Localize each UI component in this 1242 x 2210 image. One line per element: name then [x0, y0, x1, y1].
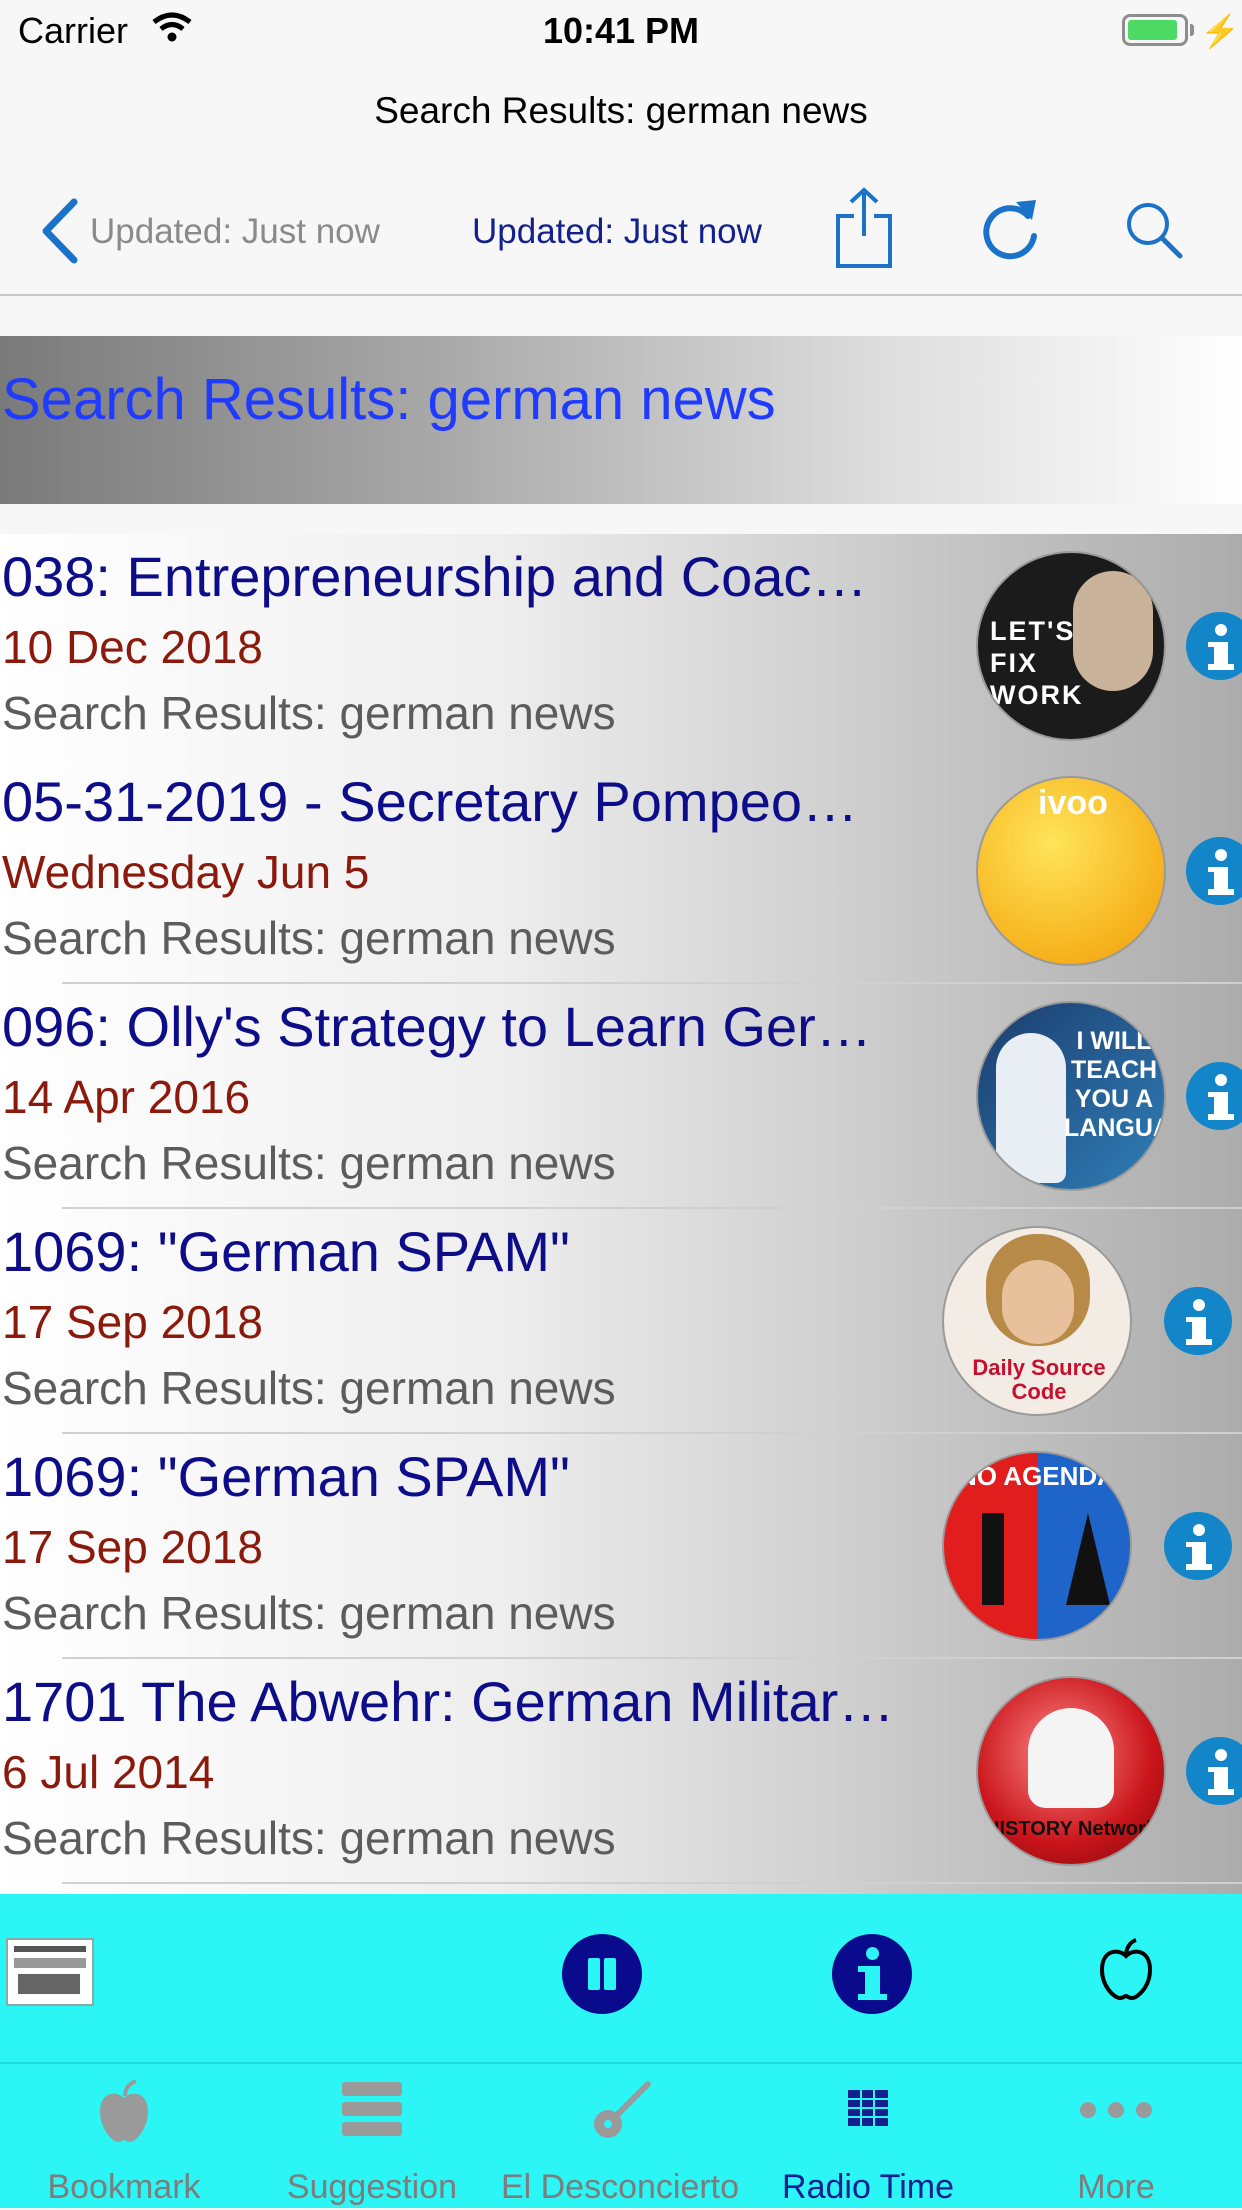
info-icon[interactable] — [1186, 1737, 1242, 1805]
status-bar: Carrier 10:41 PM ⚡ — [0, 0, 1242, 62]
artwork-strip-low — [18, 1974, 80, 1994]
episode-source: Search Results: german news — [2, 1812, 616, 1864]
tab-suggestion[interactable]: Suggestion — [248, 2064, 496, 2210]
info-icon[interactable] — [1164, 1287, 1232, 1355]
artwork-text: NO AGENDA — [958, 1461, 1116, 1491]
nav-title: Search Results: german news — [374, 90, 868, 131]
episode-source: Search Results: german news — [2, 1587, 616, 1639]
artwork-text: Daily Source Code — [972, 1355, 1106, 1404]
episode-date: 10 Dec 2018 — [2, 621, 263, 673]
list-item[interactable]: 1069: "German SPAM" 17 Sep 2018 Search R… — [0, 1434, 1242, 1659]
artwork-text: I WILL TEACH YOU A LANGUAGE — [1064, 1027, 1164, 1142]
artwork-eiffel-tower — [1066, 1513, 1110, 1605]
back-chevron-icon[interactable] — [36, 196, 86, 266]
row-separator — [62, 1882, 1242, 1884]
podcast-artwork[interactable]: Daily Source Code — [942, 1226, 1132, 1416]
now-playing-artwork[interactable] — [6, 1938, 94, 2006]
more-icon — [1080, 2102, 1152, 2118]
toolbar: Updated: Just now Updated: Just now — [0, 176, 1242, 294]
updated-label: Updated: Just now — [472, 212, 762, 251]
podcast-artwork[interactable]: HISTORY Network — [976, 1676, 1166, 1866]
tab-more[interactable]: More — [992, 2064, 1240, 2210]
list-item[interactable]: 1069: "German SPAM" 17 Sep 2018 Search R… — [0, 1209, 1242, 1434]
artwork-text: HISTORY Network — [985, 1818, 1157, 1840]
guitar-icon — [594, 2081, 651, 2138]
refresh-icon[interactable] — [980, 192, 1042, 262]
episode-title: 05-31-2019 - Secretary Pompeo… — [2, 770, 858, 833]
pause-button[interactable] — [562, 1934, 642, 2014]
search-icon[interactable] — [1124, 200, 1184, 260]
podcast-artwork[interactable]: I WILL TEACH YOU A LANGUAGE — [976, 1001, 1166, 1191]
tab-label: Suggestion — [286, 2168, 458, 2206]
battery-tip — [1190, 24, 1194, 36]
info-icon[interactable] — [1186, 612, 1242, 680]
episode-date: 14 Apr 2016 — [2, 1071, 251, 1123]
apple-icon[interactable] — [1098, 1938, 1154, 2002]
episode-title: 1069: "German SPAM" — [2, 1445, 570, 1508]
back-button-label[interactable]: Updated: Just now — [90, 212, 380, 252]
episode-title: 1069: "German SPAM" — [2, 1220, 570, 1283]
artwork-text: LET'S FIX WORK — [990, 616, 1084, 710]
tab-label: More — [1077, 2168, 1155, 2206]
artwork-text: ivoo — [1038, 784, 1108, 822]
info-icon[interactable] — [1164, 1512, 1232, 1580]
info-icon[interactable] — [1186, 837, 1242, 905]
artwork-face — [1073, 571, 1153, 691]
tab-label: Radio Time — [782, 2168, 954, 2206]
status-time: 10:41 PM — [542, 10, 700, 51]
podcast-artwork[interactable]: NO AGENDA — [942, 1451, 1132, 1641]
artwork-strip-mid — [14, 1958, 86, 1968]
artwork-strip-top — [14, 1946, 86, 1952]
results-list: 038: Entrepreneurship and Coac… 10 Dec 2… — [0, 534, 1242, 1894]
episode-source: Search Results: german news — [2, 1137, 616, 1189]
episode-source: Search Results: german news — [2, 912, 616, 964]
list-item[interactable]: 1701 The Abwehr: German Militar… 6 Jul 2… — [0, 1659, 1242, 1884]
episode-title: 1701 The Abwehr: German Militar… — [2, 1670, 895, 1733]
episode-date: 17 Sep 2018 — [2, 1296, 263, 1348]
section-header: Search Results: german news — [0, 336, 1242, 504]
episode-title: 096: Olly's Strategy to Learn Ger… — [2, 995, 872, 1058]
podcast-artwork[interactable]: LET'S FIX WORK — [976, 551, 1166, 741]
list-item[interactable]: 05-31-2019 - Secretary Pompeo… Wednesday… — [0, 759, 1242, 984]
episode-date: 6 Jul 2014 — [2, 1746, 215, 1798]
artwork-face — [1002, 1260, 1074, 1344]
artwork-person — [996, 1033, 1066, 1183]
episode-date: Wednesday Jun 5 — [2, 846, 370, 898]
tab-radio-time[interactable]: Radio Time — [744, 2064, 992, 2210]
list-item[interactable]: 038: Entrepreneurship and Coac… 10 Dec 2… — [0, 534, 1242, 759]
episode-date: 17 Sep 2018 — [2, 1521, 263, 1573]
battery-icon — [1122, 14, 1188, 46]
episode-source: Search Results: german news — [2, 1362, 616, 1414]
artwork-clock-tower — [982, 1513, 1004, 1605]
charging-icon: ⚡ — [1200, 13, 1240, 49]
info-icon[interactable] — [1186, 1062, 1242, 1130]
tab-bar: Bookmark Suggestion El Desconcierto Radi… — [0, 2062, 1242, 2208]
tab-label: Bookmark — [47, 2168, 201, 2206]
list-item[interactable]: 096: Olly's Strategy to Learn Ger… 14 Ap… — [0, 984, 1242, 1209]
tab-el-desconcierto[interactable]: El Desconcierto — [496, 2064, 744, 2210]
podcast-artwork[interactable]: ivoo — [976, 776, 1166, 966]
stack-icon — [342, 2082, 402, 2136]
nav-divider — [0, 294, 1242, 296]
episode-title: 038: Entrepreneurship and Coac… — [2, 545, 868, 608]
player-info-icon[interactable] — [832, 1934, 912, 2014]
artwork-helmet — [1028, 1708, 1114, 1808]
episode-source: Search Results: german news — [2, 687, 616, 739]
section-header-title: Search Results: german news — [2, 367, 776, 432]
tab-label: El Desconcierto — [500, 2168, 740, 2206]
apple-icon — [100, 2080, 148, 2142]
share-icon[interactable] — [834, 186, 894, 270]
grid-icon — [848, 2090, 888, 2126]
now-playing-bar — [0, 1894, 1242, 2062]
tab-bookmark[interactable]: Bookmark — [0, 2064, 248, 2210]
